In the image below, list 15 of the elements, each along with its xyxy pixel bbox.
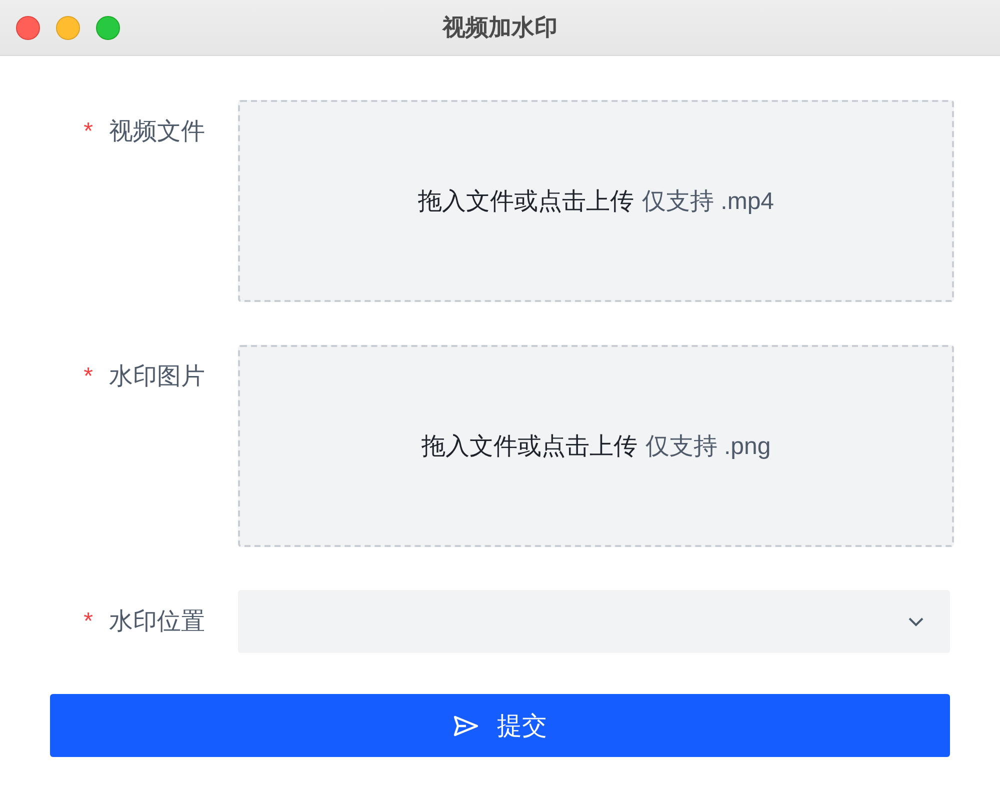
zoom-button[interactable]: [96, 16, 120, 40]
required-mark: *: [84, 362, 93, 392]
close-button[interactable]: [16, 16, 40, 40]
field-label: 水印图片: [109, 362, 205, 392]
required-mark: *: [84, 117, 93, 147]
chevron-down-icon: [908, 616, 924, 626]
upload-dropzone[interactable]: 拖入文件或点击上传 仅支持 .png: [238, 345, 954, 547]
required-mark: *: [84, 607, 93, 637]
send-icon: [453, 714, 479, 736]
submit-button[interactable]: 提交: [50, 694, 950, 757]
minimize-button[interactable]: [56, 16, 80, 40]
field-label: 视频文件: [109, 117, 205, 147]
window-title: 视频加水印: [442, 14, 558, 40]
upload-dropzone[interactable]: 拖入文件或点击上传 仅支持 .mp4: [238, 100, 954, 302]
field-label: 水印位置: [109, 607, 205, 637]
